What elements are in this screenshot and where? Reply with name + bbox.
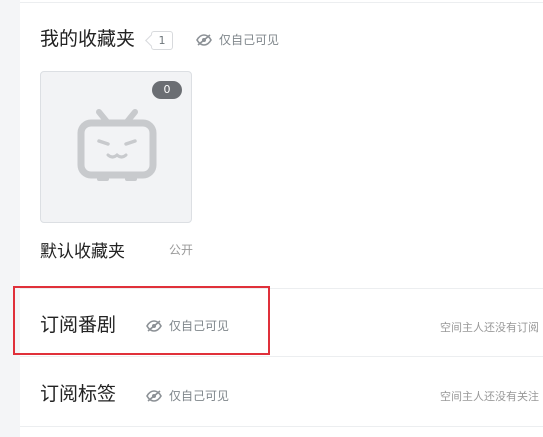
eye-slash-icon [196, 33, 212, 46]
divider [20, 426, 543, 427]
top-divider [20, 2, 543, 3]
bilibili-tv-icon [77, 109, 157, 181]
favorites-count-badge: 1 [151, 31, 173, 50]
favorite-folder-card[interactable]: 0 [40, 71, 192, 223]
folder-count-badge: 0 [152, 81, 182, 99]
eye-slash-icon [146, 389, 162, 402]
left-gutter [0, 0, 20, 437]
tags-visibility: 仅自己可见 [146, 387, 229, 404]
tags-title: 订阅标签 [40, 383, 117, 405]
folder-visibility: 公开 [169, 243, 194, 257]
favorites-visibility: 仅自己可见 [196, 31, 279, 48]
divider [20, 356, 543, 357]
folder-name[interactable]: 默认收藏夹 [40, 237, 125, 262]
favorites-title: 我的收藏夹 [40, 28, 136, 50]
highlight-box [13, 286, 270, 355]
bangumi-empty-hint: 空间主人还没有订阅 [440, 321, 539, 334]
tags-empty-hint: 空间主人还没有关注 [440, 390, 539, 403]
